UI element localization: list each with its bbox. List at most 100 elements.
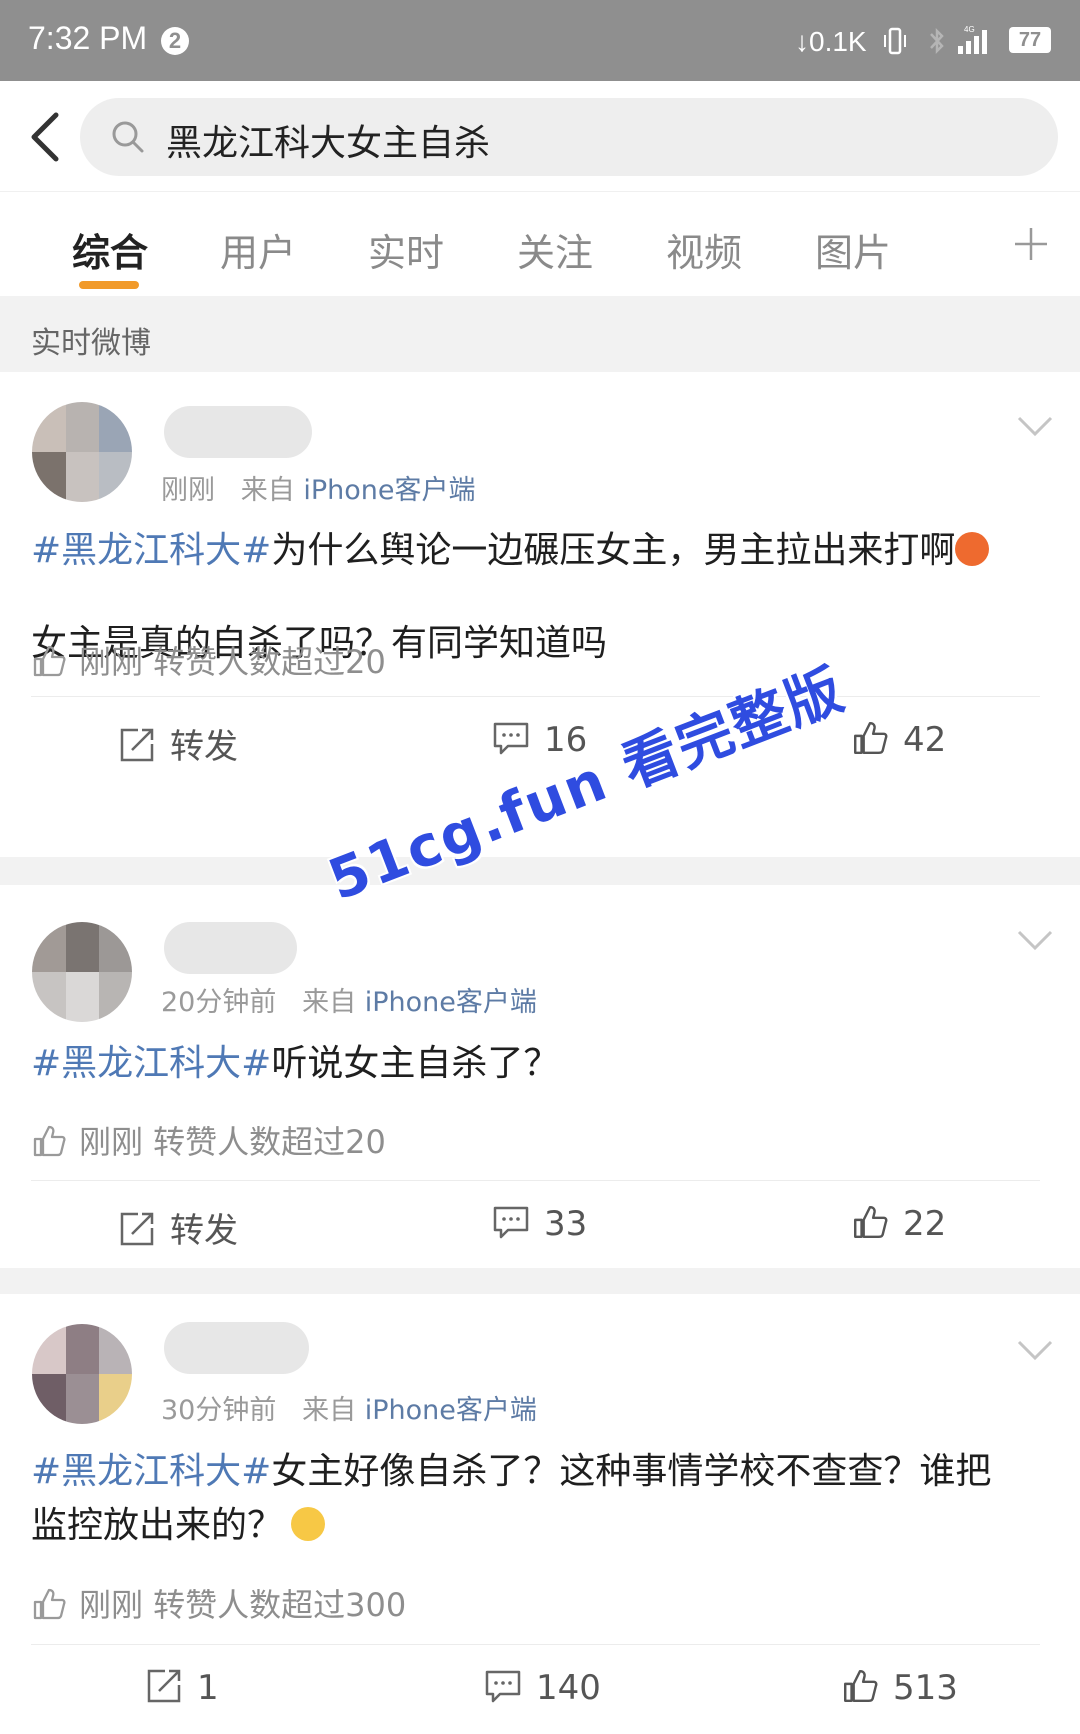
post-gap [0,1268,1080,1294]
active-tab-indicator [79,281,139,289]
post-meta: 30分钟前 来自 iPhone客户端 [161,1388,537,1427]
repost-button[interactable]: 转发 [118,719,238,768]
chevron-down-icon[interactable] [1015,1338,1055,1362]
comment-icon [493,1206,529,1239]
network-speed: ↓0.1K [795,26,867,57]
thumbs-up-icon [33,645,66,677]
search-tabs: 综合 用户 实时 关注 视频 图片 [0,191,1080,297]
network-speed-value: 0.1K [809,26,867,57]
hashtag-link[interactable]: #黑龙江科大# [31,1043,271,1084]
source-link[interactable]: iPhone客户端 [303,475,475,506]
avatar[interactable] [32,922,132,1022]
source-prefix: 来自 [302,987,357,1018]
like-status-text: 刚刚 转赞人数超过20 [79,643,386,681]
post-text-line1: 女主好像自杀了？这种事情学校不查查？谁把 [271,1451,992,1492]
angry-face-emoji-icon [955,532,990,566]
comment-button[interactable]: 140 [484,1667,601,1708]
svg-text:4G: 4G [964,25,975,34]
like-count: 42 [903,720,947,760]
tab-realtime[interactable]: 实时 [368,222,444,277]
hashtag-link[interactable]: #黑龙江科大# [31,530,271,571]
post-time: 刚刚 [161,475,215,506]
divider [31,1644,1040,1645]
divider [31,1180,1040,1181]
post-text-line1: 为什么舆论一边碾压女主，男主拉出来打啊 [271,530,956,571]
search-icon [112,121,144,153]
tab-comprehensive[interactable]: 综合 [72,222,148,277]
post-text: #黑龙江科大#女主好像自杀了？这种事情学校不查查？谁把监控放出来的？ [31,1445,1051,1553]
chevron-down-icon[interactable] [1015,414,1055,438]
post-gap [0,857,1080,885]
repost-icon [120,728,154,762]
thumbs-up-icon [33,1125,66,1157]
hashtag-link[interactable]: #黑龙江科大# [31,1451,271,1492]
tab-following[interactable]: 关注 [517,222,593,277]
add-tab-plus-icon[interactable] [1013,226,1049,262]
like-count: 22 [903,1204,947,1244]
like-button[interactable]: 513 [841,1667,958,1708]
tab-videos[interactable]: 视频 [666,222,742,277]
back-arrow-icon[interactable] [16,101,76,171]
repost-button[interactable]: 转发 [118,1203,238,1252]
post-text-line2: 监控放出来的？ [31,1505,284,1546]
like-status-text: 刚刚 转赞人数超过300 [79,1586,407,1624]
repost-button[interactable]: 1 [145,1667,219,1708]
post-time: 30分钟前 [161,1395,277,1426]
comment-icon [485,1670,521,1703]
comment-button[interactable]: 33 [492,1203,587,1244]
source-prefix: 来自 [240,475,295,506]
tab-users[interactable]: 用户 [220,222,296,277]
sweat-face-emoji-icon [291,1507,326,1541]
username-blurred[interactable] [164,406,312,458]
divider [31,696,1040,697]
post-meta: 刚刚 来自 iPhone客户端 [161,468,475,507]
like-status: 刚刚 转赞人数超过300 [31,1580,406,1626]
repost-icon [120,1212,154,1246]
like-status-text: 刚刚 转赞人数超过20 [79,1123,386,1161]
signal-icon: 4G [958,25,987,54]
like-count: 513 [893,1668,958,1708]
source-prefix: 来自 [302,1395,357,1426]
like-button[interactable]: 42 [851,719,946,760]
tab-images[interactable]: 图片 [815,222,891,277]
username-blurred[interactable] [164,922,297,974]
repost-label: 转发 [170,727,238,767]
like-status: 刚刚 转赞人数超过20 [31,1117,386,1163]
avatar[interactable] [32,402,132,502]
comment-count: 140 [536,1668,601,1708]
thumbs-up-icon [854,722,888,754]
post-time: 20分钟前 [161,987,277,1018]
post-text: #黑龙江科大#听说女主自杀了？ [31,1037,1051,1091]
source-link[interactable]: iPhone客户端 [365,987,537,1018]
bluetooth-icon [930,27,944,55]
search-input[interactable]: 黑龙江科大女主自杀 [80,98,1058,176]
comment-count: 33 [544,1204,588,1244]
repost-count: 1 [197,1668,219,1708]
section-title: 实时微博 [31,326,151,361]
vibrate-icon [884,27,906,55]
chevron-down-icon[interactable] [1015,928,1055,952]
avatar[interactable] [32,1324,132,1424]
thumbs-up-icon [33,1588,66,1620]
like-button[interactable]: 22 [851,1203,946,1244]
source-link[interactable]: iPhone客户端 [365,1395,537,1426]
thumbs-up-icon [854,1206,888,1238]
like-status: 刚刚 转赞人数超过20 [31,637,386,683]
username-blurred[interactable] [164,1322,309,1374]
post-text-line1: 听说女主自杀了？ [271,1043,560,1084]
battery-level: 77 [1009,27,1051,53]
notification-count-badge: 2 [161,27,189,55]
repost-icon [147,1669,181,1703]
section-header: 实时微博 [0,296,1080,372]
thumbs-up-icon [844,1670,878,1702]
status-bar: 7:32 PM 2 ↓0.1K 4G 77 [0,0,1080,81]
comment-icon [493,722,529,755]
post-card[interactable]: 20分钟前 来自 iPhone客户端 #黑龙江科大#听说女主自杀了？ 刚刚 转赞… [0,885,1080,1268]
status-time: 7:32 PM [28,20,148,56]
repost-label: 转发 [170,1211,238,1251]
post-card[interactable]: 30分钟前 来自 iPhone客户端 #黑龙江科大#女主好像自杀了？这种事情学校… [0,1294,1080,1734]
search-query-text: 黑龙江科大女主自杀 [166,123,491,164]
post-text: #黑龙江科大#为什么舆论一边碾压女主，男主拉出来打啊 [31,524,1051,578]
search-header: 黑龙江科大女主自杀 [0,81,1080,191]
post-meta: 20分钟前 来自 iPhone客户端 [161,980,537,1019]
